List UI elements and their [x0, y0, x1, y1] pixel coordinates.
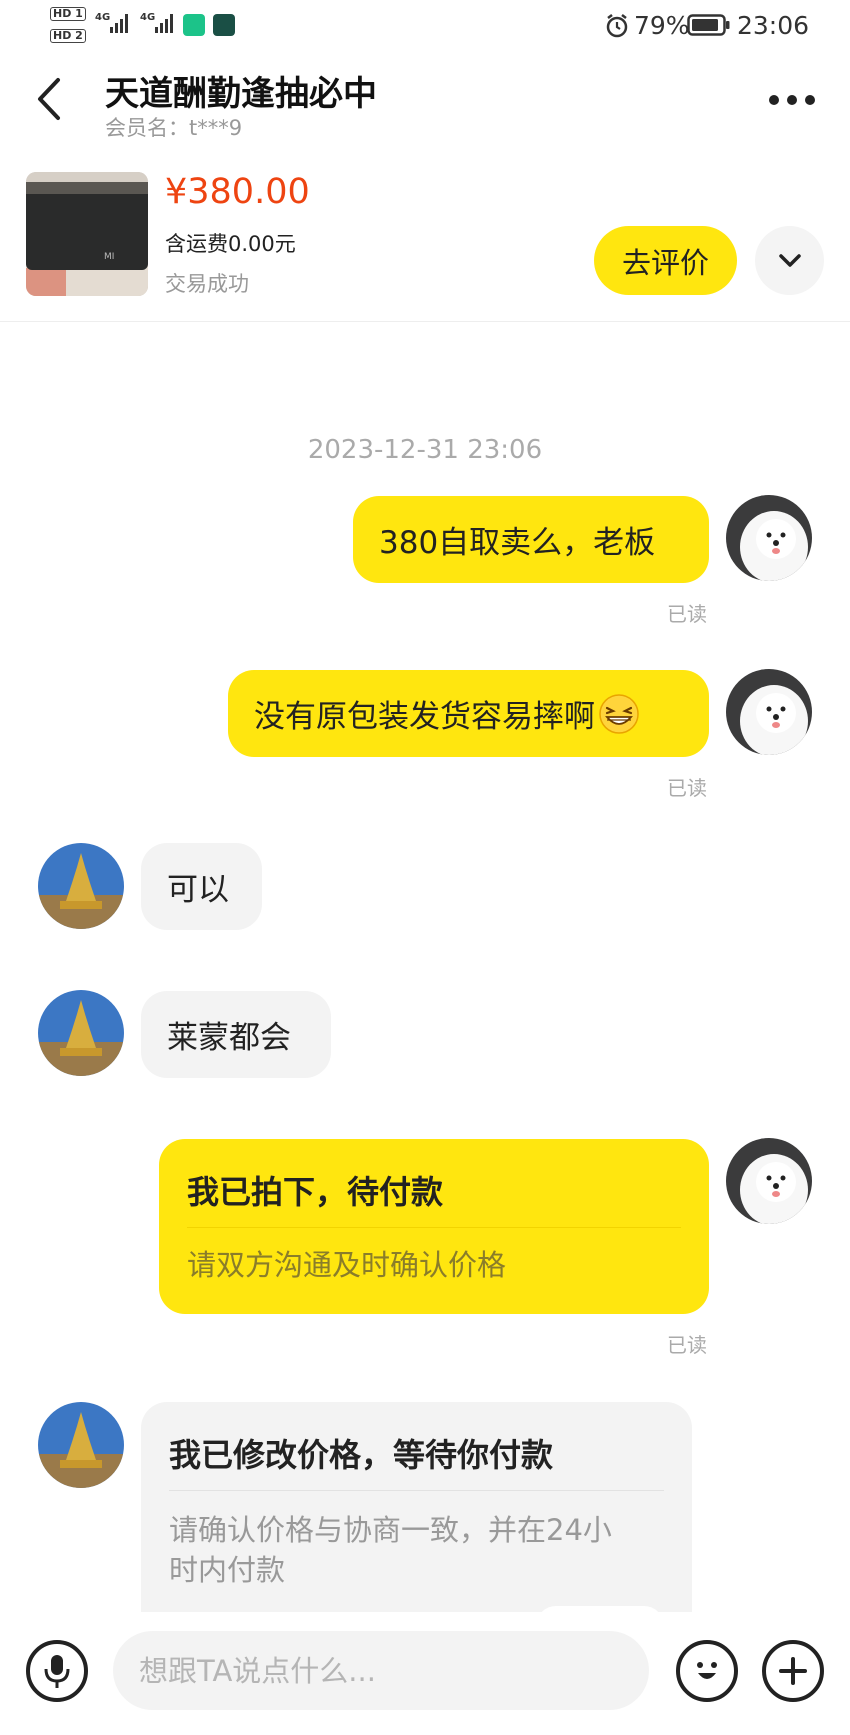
chat-screen: HD 1 HD 2 4G 4G 79% 23:06 天道酬勤逢抽必中 会员名：t… — [0, 0, 850, 1735]
battery-icon — [687, 14, 730, 36]
more-button[interactable] — [766, 86, 818, 114]
read-status: 已读 — [667, 776, 707, 800]
clock: 23:06 — [737, 11, 810, 40]
hd2-indicator: HD 2 — [50, 29, 86, 43]
avatar[interactable] — [38, 990, 124, 1076]
more-actions-button[interactable] — [762, 1640, 824, 1702]
expand-button[interactable] — [755, 226, 824, 295]
message-bubble-received[interactable]: 莱蒙都会 — [141, 991, 331, 1078]
network-type-2: 4G — [140, 12, 156, 23]
message-text: 没有原包装发货容易摔啊 — [254, 699, 595, 735]
product-brand-mark: MI — [104, 252, 115, 262]
grin-emoji-icon — [599, 693, 639, 734]
seller-name: 天道酬勤逢抽必中 — [105, 74, 377, 114]
review-button[interactable]: 去评价 — [594, 226, 737, 295]
battery-percent: 79% — [634, 11, 690, 40]
avatar[interactable] — [726, 495, 812, 581]
app-notification-icon — [183, 14, 205, 36]
signal-icon — [155, 14, 173, 33]
chat-timestamp: 2023-12-31 23:06 — [307, 435, 543, 465]
message-text: 可以 — [167, 872, 229, 908]
network-type-1: 4G — [95, 12, 111, 23]
product-thumbnail[interactable]: MI — [26, 172, 148, 296]
back-button[interactable] — [30, 74, 74, 124]
read-status: 已读 — [667, 602, 707, 626]
avatar[interactable] — [38, 1402, 124, 1488]
read-status: 已读 — [667, 1333, 707, 1357]
card-divider — [169, 1490, 664, 1491]
voice-button[interactable] — [26, 1640, 88, 1702]
trade-status: 交易成功 — [165, 272, 249, 296]
more-icon — [769, 95, 815, 105]
member-name: 会员名：t***9 — [105, 116, 243, 140]
price-change-card[interactable]: 我已修改价格，等待你付款 请确认价格与协商一致，并在24小 时内付款 — [141, 1402, 692, 1646]
card-divider — [187, 1227, 681, 1228]
order-status-card[interactable]: 我已拍下，待付款 请双方沟通及时确认价格 — [159, 1139, 709, 1314]
product-price: ¥380.00 — [165, 172, 310, 212]
message-text: 380自取卖么，老板 — [379, 525, 656, 561]
plus-icon — [779, 1657, 807, 1685]
shipping-fee: 含运费0.00元 — [165, 232, 296, 256]
card-description-line-1: 请确认价格与协商一致，并在24小 — [169, 1513, 612, 1547]
alarm-icon — [606, 14, 628, 38]
message-bubble-sent[interactable]: 没有原包装发货容易摔啊 — [228, 670, 709, 757]
app-notification-icon — [213, 14, 235, 36]
message-bubble-sent[interactable]: 380自取卖么，老板 — [353, 496, 709, 583]
message-text: 莱蒙都会 — [167, 1020, 291, 1056]
hd1-indicator: HD 1 — [50, 7, 86, 21]
signal-icon — [110, 14, 128, 33]
voice-icon — [44, 1655, 70, 1688]
card-description: 请双方沟通及时确认价格 — [187, 1248, 507, 1282]
avatar[interactable] — [38, 843, 124, 929]
message-input[interactable] — [113, 1631, 649, 1710]
chevron-down-icon — [778, 253, 801, 267]
emoji-icon — [697, 1662, 717, 1679]
divider — [0, 321, 850, 322]
message-bubble-received[interactable]: 可以 — [141, 843, 262, 930]
emoji-button[interactable] — [676, 1640, 738, 1702]
avatar[interactable] — [726, 669, 812, 755]
card-title: 我已修改价格，等待你付款 — [169, 1436, 554, 1474]
card-title: 我已拍下，待付款 — [187, 1173, 444, 1211]
back-arrow-icon — [38, 78, 60, 120]
card-description-line-2: 时内付款 — [169, 1553, 286, 1587]
avatar[interactable] — [726, 1138, 812, 1224]
status-bar: HD 1 HD 2 4G 4G 79% 23:06 — [0, 0, 850, 52]
